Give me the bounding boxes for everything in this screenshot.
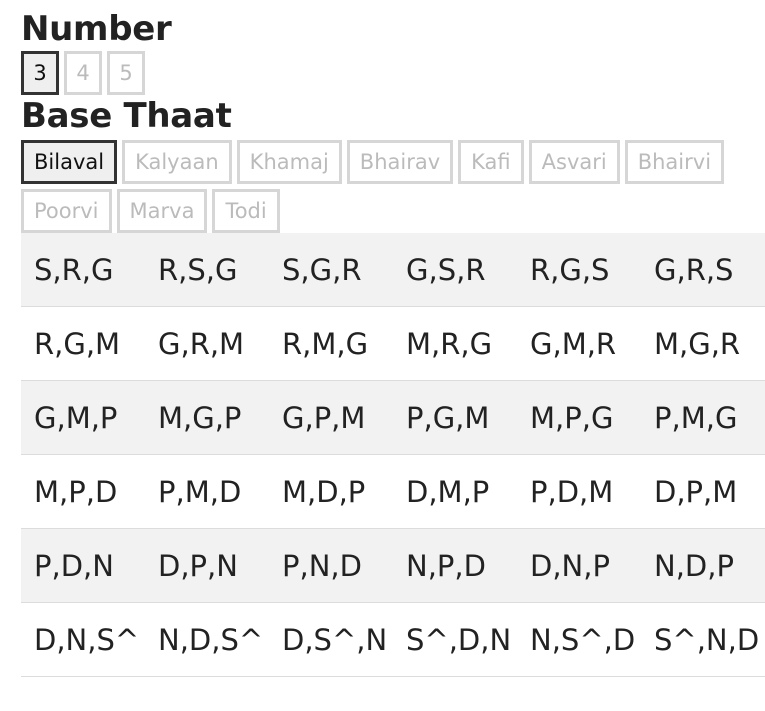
table-row: P,D,N D,P,N P,N,D N,P,D D,N,P N,D,P — [21, 528, 765, 603]
thaat-option-bhairvi[interactable]: Bhairvi — [624, 140, 725, 184]
table-row: M,P,D P,M,D M,D,P D,M,P P,D,M D,P,M — [21, 454, 765, 529]
thaat-option-poorvi[interactable]: Poorvi — [21, 189, 112, 233]
table-cell: R,M,G — [269, 306, 393, 381]
table-row: D,N,S^ N,D,S^ D,S^,N S^,D,N N,S^,D S^,N,D — [21, 602, 765, 677]
permutation-table: S,R,G R,S,G S,G,R G,S,R R,G,S G,R,S R,G,M G,R,M… — [21, 233, 765, 677]
table-cell: G,M,P — [21, 380, 145, 455]
table-row: G,M,P M,G,P G,P,M P,G,M M,P,G P,M,G — [21, 380, 765, 455]
table-row: R,G,M G,R,M R,M,G M,R,G G,M,R M,G,R — [21, 306, 765, 381]
table-cell: D,N,S^ — [21, 602, 145, 677]
table-cell: S^,D,N — [393, 602, 517, 677]
table-cell: D,M,P — [393, 454, 517, 529]
table-row: S,R,G R,S,G S,G,R G,S,R R,G,S G,R,S — [21, 233, 765, 307]
table-cell: N,D,P — [641, 528, 765, 603]
table-cell: M,P,D — [21, 454, 145, 529]
number-option-5[interactable]: 5 — [107, 51, 145, 95]
table-cell: S,R,G — [21, 233, 145, 307]
table-cell: P,M,D — [145, 454, 269, 529]
table-cell: P,M,G — [641, 380, 765, 455]
table-cell: G,P,M — [269, 380, 393, 455]
table-cell: G,R,M — [145, 306, 269, 381]
table-cell: G,R,S — [641, 233, 765, 307]
table-cell: D,P,N — [145, 528, 269, 603]
thaat-option-marva[interactable]: Marva — [116, 189, 208, 233]
table-cell: S,G,R — [269, 233, 393, 307]
table-cell: R,S,G — [145, 233, 269, 307]
thaat-option-asvari[interactable]: Asvari — [528, 140, 620, 184]
table-cell: N,D,S^ — [145, 602, 269, 677]
page-container: Number 345 Base Thaat Bilaval Kalyaan Kham… — [21, 0, 765, 677]
table-cell: D,P,M — [641, 454, 765, 529]
table-cell: M,G,R — [641, 306, 765, 381]
table-cell: P,N,D — [269, 528, 393, 603]
thaat-selector: Bilaval Kalyaan Khamaj Bhairav Kafi Asvari Bha… — [21, 140, 765, 233]
table-cell: D,S^,N — [269, 602, 393, 677]
thaat-option-todi[interactable]: Todi — [212, 189, 280, 233]
thaat-option-bhairav[interactable]: Bhairav — [346, 140, 454, 184]
table-cell: N,P,D — [393, 528, 517, 603]
table-cell: P,G,M — [393, 380, 517, 455]
table-cell: G,M,R — [517, 306, 641, 381]
table-cell: D,N,P — [517, 528, 641, 603]
table-cell: R,G,S — [517, 233, 641, 307]
table-cell: M,G,P — [145, 380, 269, 455]
table-cell: P,D,N — [21, 528, 145, 603]
number-heading: Number — [21, 9, 172, 49]
table-cell: R,G,M — [21, 306, 145, 381]
table-cell: M,P,G — [517, 380, 641, 455]
thaat-option-khamaj[interactable]: Khamaj — [236, 140, 342, 184]
number-option-3[interactable]: 3 — [21, 51, 59, 95]
permutation-table-body: S,R,G R,S,G S,G,R G,S,R R,G,S G,R,S R,G,M G,R,M… — [21, 233, 765, 677]
thaat-option-kalyaan[interactable]: Kalyaan — [122, 140, 232, 184]
thaat-option-kafi[interactable]: Kafi — [458, 140, 524, 184]
number-option-4[interactable]: 4 — [64, 51, 102, 95]
table-cell: P,D,M — [517, 454, 641, 529]
table-cell: S^,N,D — [641, 602, 765, 677]
number-selector: 345 — [21, 51, 765, 95]
thaat-option-bilaval[interactable]: Bilaval — [21, 140, 118, 184]
table-cell: N,S^,D — [517, 602, 641, 677]
table-cell: M,D,P — [269, 454, 393, 529]
table-cell: M,R,G — [393, 306, 517, 381]
table-cell: G,S,R — [393, 233, 517, 307]
base-thaat-heading: Base Thaat — [21, 96, 232, 136]
